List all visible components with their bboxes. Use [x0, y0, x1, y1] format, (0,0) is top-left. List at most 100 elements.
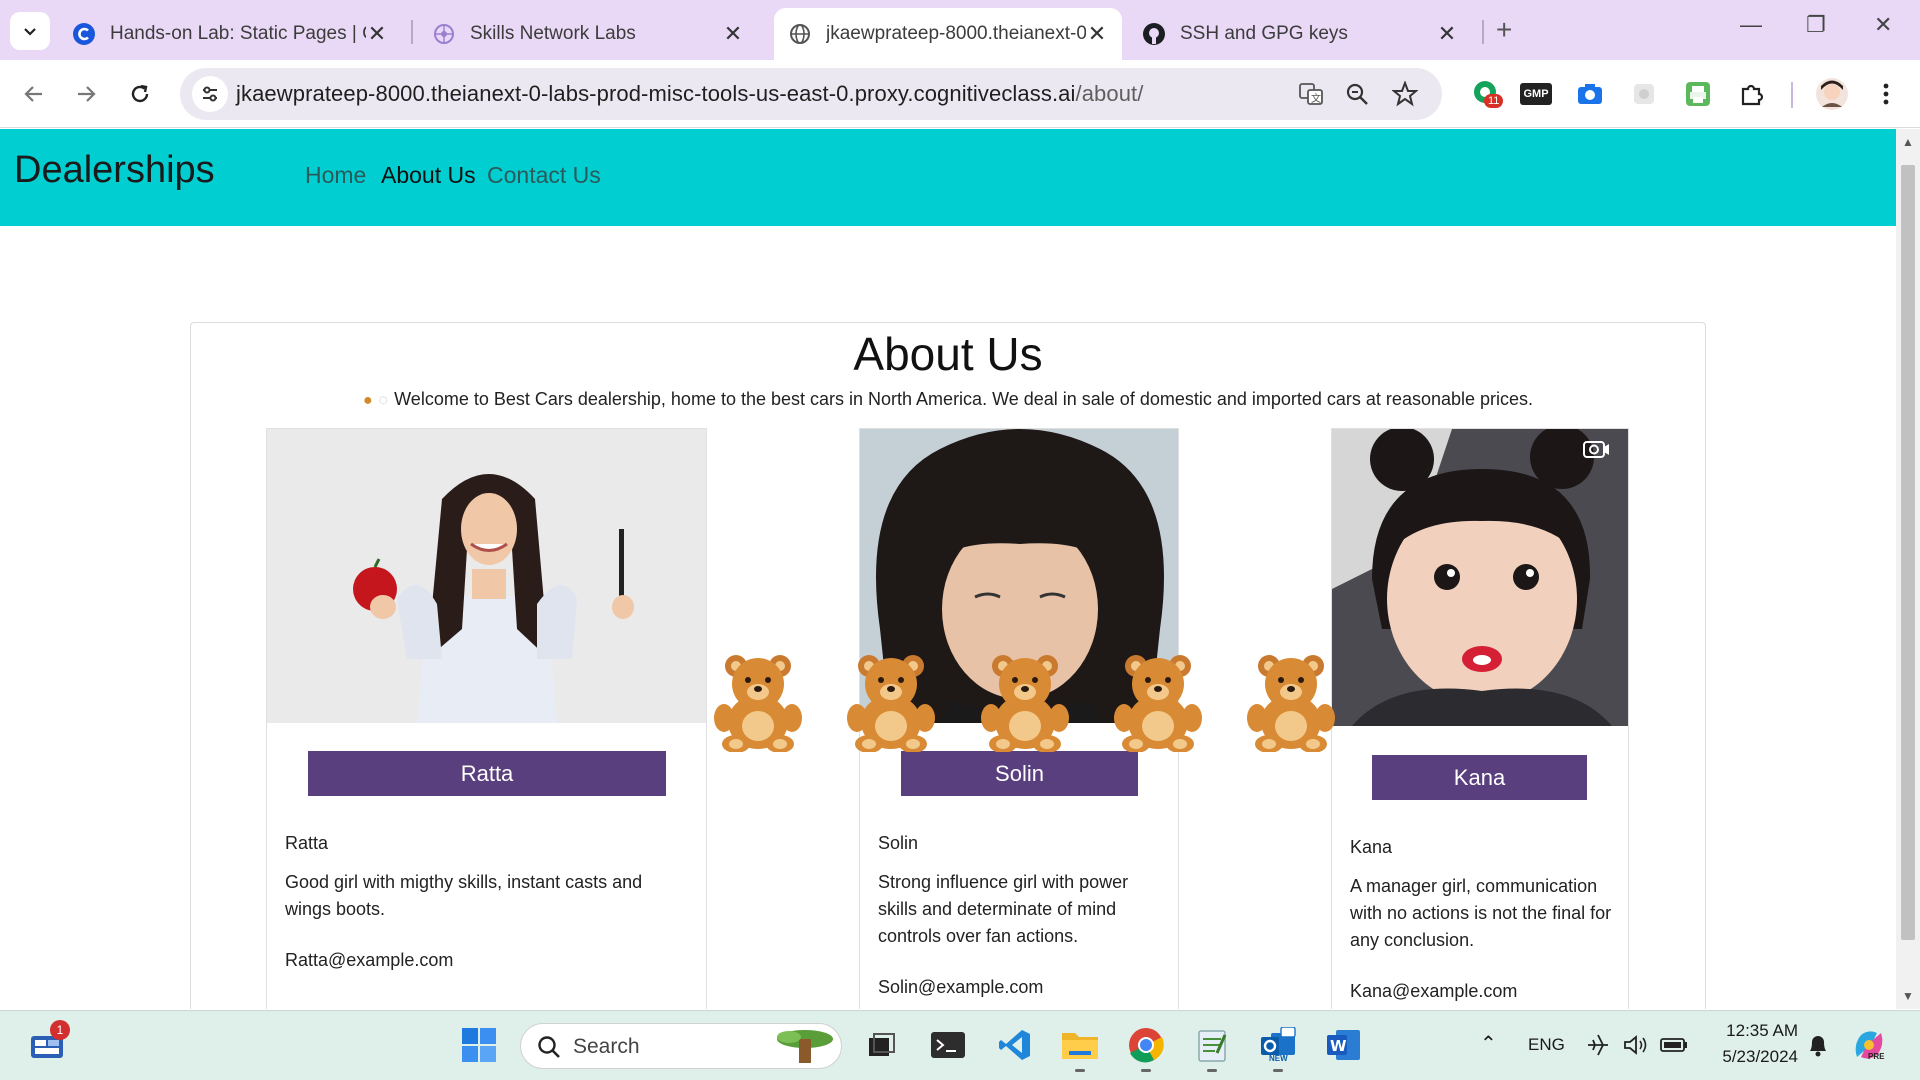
- clock-time[interactable]: 12:35 AM: [1718, 1021, 1798, 1041]
- site-info-button[interactable]: [192, 76, 228, 112]
- extension-badge: 11: [1484, 94, 1504, 108]
- zoom-icon[interactable]: [1344, 81, 1370, 107]
- svg-text:文: 文: [1311, 92, 1321, 105]
- widgets-icon[interactable]: 1: [26, 1020, 70, 1066]
- search-icon: [538, 1036, 560, 1058]
- tab-search-button[interactable]: [10, 12, 50, 50]
- running-indicator: [1075, 1069, 1085, 1072]
- reload-button[interactable]: [122, 76, 158, 112]
- close-tab-icon[interactable]: ✕: [1086, 21, 1108, 47]
- close-tab-icon[interactable]: ✕: [722, 21, 744, 47]
- battery-icon[interactable]: [1657, 1024, 1691, 1066]
- notification-bell-icon[interactable]: [1800, 1024, 1836, 1066]
- running-indicator: [1207, 1069, 1217, 1072]
- tab-title: jkaewprateep-8000.theianext-0: [826, 23, 1086, 44]
- translate-icon[interactable]: 文: [1298, 81, 1324, 107]
- member-card-kana: Kana Kana A manager girl, communication …: [1331, 428, 1629, 1009]
- scroll-down-icon[interactable]: ▼: [1902, 989, 1914, 1003]
- tab-skills-network[interactable]: Skills Network Labs ✕: [418, 8, 758, 60]
- extension-gmp-icon[interactable]: GMP: [1516, 74, 1556, 114]
- outlook-new-icon[interactable]: NEW: [1257, 1024, 1299, 1066]
- arrow-left-icon: [24, 86, 42, 102]
- tab-hands-on-lab[interactable]: Hands-on Lab: Static Pages | Co ✕: [58, 8, 402, 60]
- airplane-mode-icon[interactable]: [1581, 1024, 1615, 1066]
- coursera-c-icon: [72, 22, 96, 46]
- site-navbar: Dealerships Home About Us Contact Us: [0, 129, 1896, 226]
- member-name-button-kana[interactable]: Kana: [1372, 755, 1587, 800]
- member-name-button-solin[interactable]: Solin: [901, 751, 1138, 796]
- vscode-icon[interactable]: [994, 1024, 1036, 1066]
- tab-ssh-gpg[interactable]: SSH and GPG keys ✕: [1128, 8, 1472, 60]
- file-explorer-icon[interactable]: [1059, 1024, 1101, 1066]
- page-title: About Us: [853, 328, 1043, 380]
- word-icon[interactable]: W: [1323, 1024, 1365, 1066]
- tab-title: Hands-on Lab: Static Pages | Co: [110, 23, 366, 44]
- extension-printer-icon[interactable]: [1678, 74, 1718, 114]
- address-bar[interactable]: jkaewprateep-8000.theianext-0-labs-prod-…: [180, 68, 1442, 120]
- member-email-kana: Kana@example.com: [1350, 981, 1518, 1001]
- globe-icon: [788, 22, 812, 46]
- nav-link-about[interactable]: About Us: [381, 162, 476, 189]
- chevron-up-icon[interactable]: ⌃: [1480, 1031, 1497, 1056]
- speech-bubble-icon: ◌: [378, 392, 389, 409]
- scrollbar-thumb[interactable]: [1901, 165, 1915, 940]
- member-description-kana: A manager girl, communication with no ac…: [1350, 876, 1612, 950]
- welcome-line: ● ◌ Welcome to Best Cars dealership, home …: [0, 389, 1896, 410]
- nav-link-home[interactable]: Home: [305, 162, 366, 189]
- tab-title: Skills Network Labs: [470, 23, 636, 44]
- minimize-window-icon[interactable]: —: [1740, 12, 1762, 38]
- terminal-icon[interactable]: [927, 1024, 969, 1066]
- member-name-button-ratta[interactable]: Ratta: [308, 751, 666, 796]
- reload-icon: [131, 84, 149, 103]
- url-host: jkaewprateep-8000.theianext-0-labs-prod-…: [236, 81, 1076, 106]
- restore-window-icon[interactable]: ❐: [1806, 12, 1826, 38]
- taskbar-search[interactable]: Search: [520, 1023, 842, 1069]
- member-email-solin: Solin@example.com: [878, 977, 1044, 997]
- volume-icon[interactable]: [1619, 1024, 1653, 1066]
- browser-tab-bar: Hands-on Lab: Static Pages | Co ✕ Skills…: [0, 0, 1920, 60]
- bear-emoji-icon: ●: [362, 392, 373, 409]
- github-icon: [1142, 22, 1166, 46]
- windows-start-icon[interactable]: [458, 1024, 500, 1066]
- forward-button[interactable]: [68, 76, 104, 112]
- pre-badge: PRE: [1868, 1052, 1885, 1061]
- member-email-ratta: Ratta@example.com: [285, 950, 454, 970]
- member-photo-kana: [1332, 429, 1628, 726]
- svg-text:W: W: [1330, 1037, 1347, 1055]
- bookmark-star-icon[interactable]: [1392, 81, 1418, 107]
- member-description-ratta: Good girl with migthy skills, instant ca…: [285, 872, 643, 919]
- close-tab-icon[interactable]: ✕: [366, 21, 388, 47]
- url-text: jkaewprateep-8000.theianext-0-labs-prod-…: [236, 81, 1143, 107]
- chrome-icon[interactable]: [1125, 1024, 1167, 1066]
- new-badge: NEW: [1269, 1054, 1288, 1063]
- page-viewport: Dealerships Home About Us Contact Us Rat…: [0, 129, 1896, 1009]
- language-indicator[interactable]: ENG: [1528, 1035, 1565, 1055]
- chevron-down-icon: [24, 28, 36, 36]
- menu-kebab-icon[interactable]: [1866, 74, 1906, 114]
- close-tab-icon[interactable]: ✕: [1436, 21, 1458, 47]
- member-description-solin: Strong influence girl with power skills …: [878, 872, 1129, 946]
- copilot-icon[interactable]: PRE: [1848, 1024, 1890, 1066]
- teddy-bear-icon: [847, 655, 935, 752]
- windows-taskbar: 1 Search NEW W ⌃ ENG 12:35 AM 5/23/2024 …: [0, 1010, 1920, 1080]
- scroll-up-icon[interactable]: ▲: [1902, 135, 1914, 149]
- notepad-icon[interactable]: [1191, 1024, 1233, 1066]
- skills-network-icon: [432, 22, 456, 46]
- member-photo-ratta: [267, 429, 706, 723]
- page-scrollbar[interactable]: ▲ ▼: [1896, 129, 1920, 1009]
- nav-link-contact[interactable]: Contact Us: [487, 162, 601, 189]
- tab-active-page[interactable]: jkaewprateep-8000.theianext-0 ✕: [774, 8, 1122, 60]
- new-tab-button[interactable]: +: [1496, 14, 1512, 46]
- extensions-puzzle-icon[interactable]: [1732, 74, 1772, 114]
- profile-avatar[interactable]: [1812, 74, 1852, 114]
- extension-grey-icon[interactable]: [1624, 74, 1664, 114]
- member-name-solin: Solin: [878, 833, 919, 853]
- back-button[interactable]: [16, 76, 52, 112]
- close-window-icon[interactable]: ✕: [1874, 12, 1892, 38]
- teddy-bear-icon: [1247, 655, 1335, 752]
- clock-date[interactable]: 5/23/2024: [1704, 1047, 1798, 1067]
- extension-camera-icon[interactable]: [1570, 74, 1610, 114]
- extension-grammarly-icon[interactable]: 11: [1466, 74, 1506, 114]
- site-brand[interactable]: Dealerships: [14, 149, 215, 192]
- task-view-icon[interactable]: [860, 1024, 902, 1066]
